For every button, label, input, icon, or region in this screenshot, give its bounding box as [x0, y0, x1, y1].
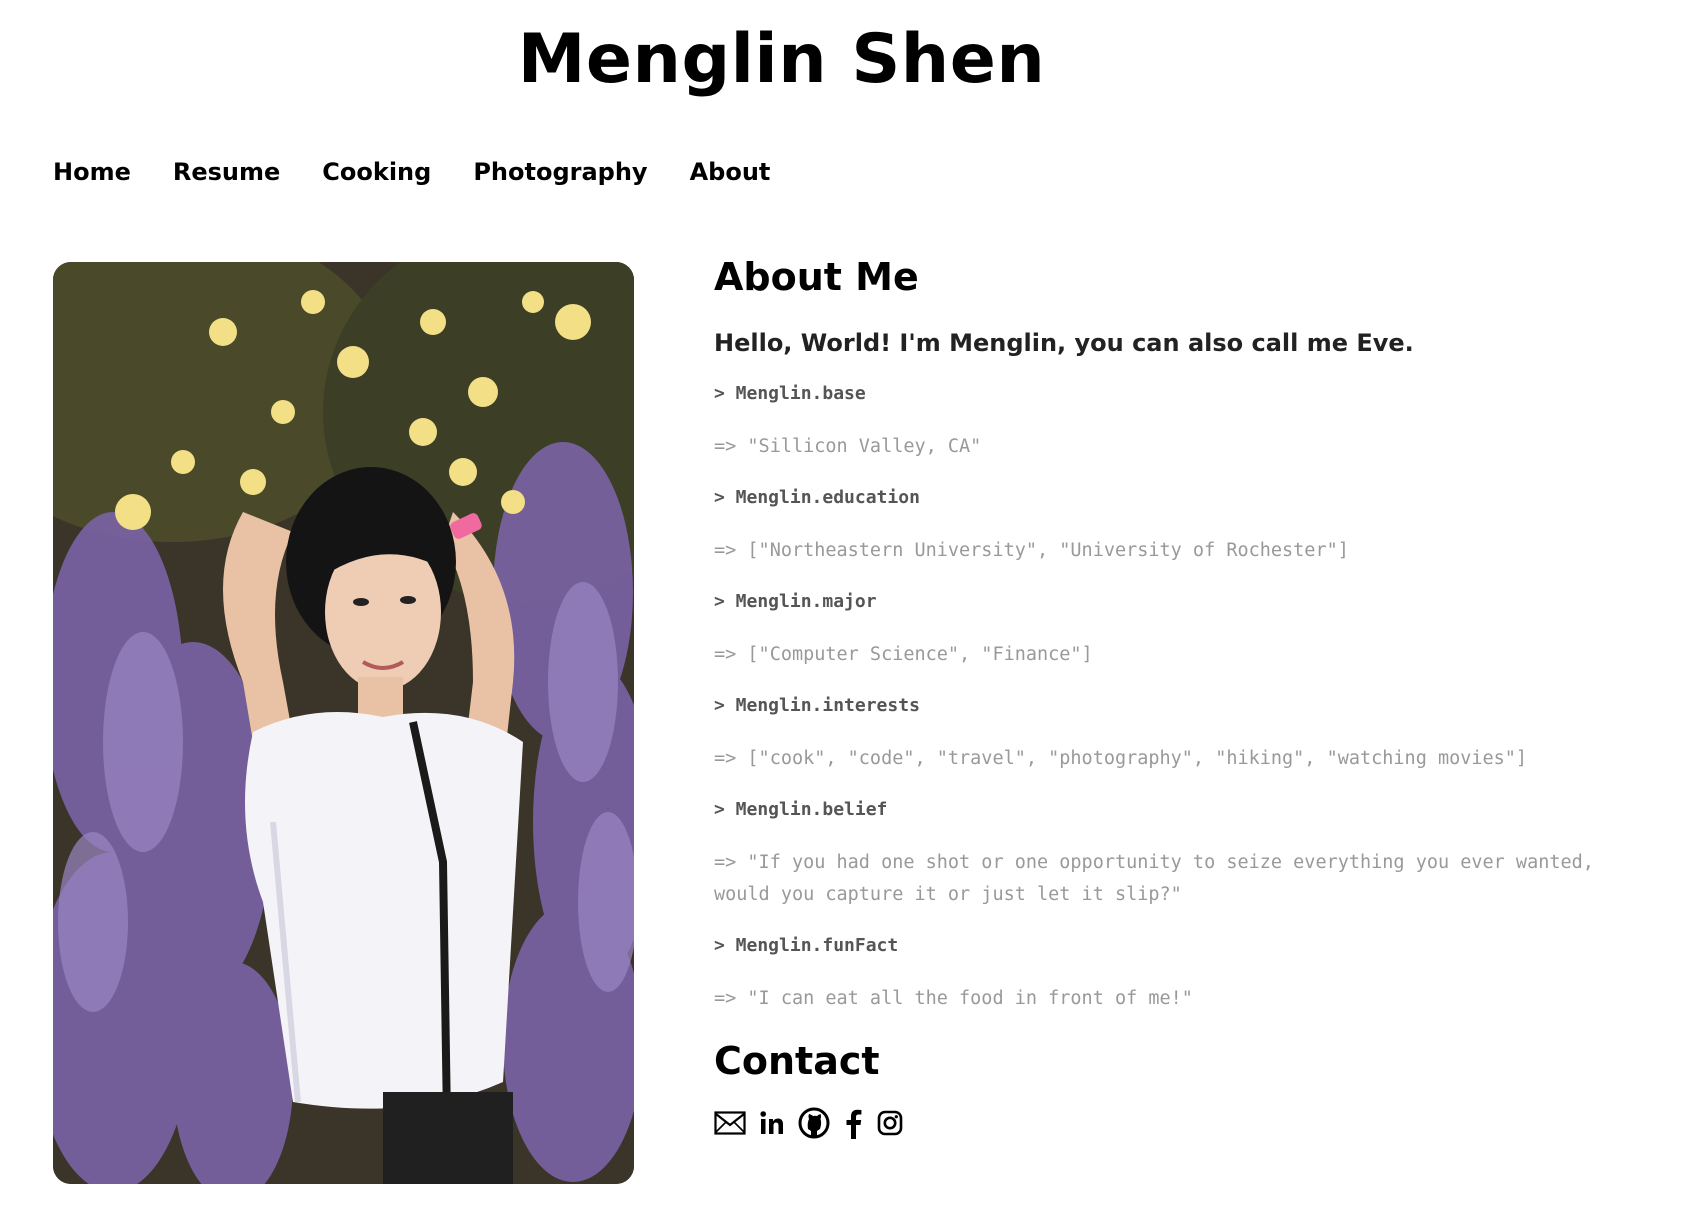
facebook-icon[interactable]: [842, 1107, 864, 1139]
out-major: => ["Computer Science", "Finance"]: [714, 644, 1093, 665]
cmd-major: > Menglin.major: [714, 591, 877, 612]
nav-cooking[interactable]: Cooking: [322, 158, 431, 186]
contact-heading: Contact: [714, 1039, 880, 1083]
cmd-education: > Menglin.education: [714, 487, 920, 508]
linkedin-icon[interactable]: [758, 1109, 786, 1137]
out-funfact: => "I can eat all the food in front of m…: [714, 988, 1193, 1009]
profile-photo: [53, 262, 634, 1184]
site-title: Menglin Shen: [517, 20, 1046, 99]
cmd-interests: > Menglin.interests: [714, 695, 920, 716]
contact-links: [714, 1107, 1614, 1139]
about-heading: About Me: [714, 255, 919, 299]
main-nav: Home Resume Cooking Photography About: [53, 158, 770, 186]
greeting: Hello, World! I'm Menglin, you can also …: [714, 329, 1414, 357]
cmd-base: > Menglin.base: [714, 383, 866, 404]
out-belief: => "If you had one shot or one opportuni…: [714, 852, 1594, 905]
out-interests: => ["cook", "code", "travel", "photograp…: [714, 748, 1528, 769]
instagram-icon[interactable]: [876, 1109, 904, 1137]
about-section: About Me Hello, World! I'm Menglin, you …: [714, 255, 1614, 1139]
out-base: => "Sillicon Valley, CA": [714, 436, 982, 457]
cmd-belief: > Menglin.belief: [714, 799, 888, 820]
out-education: => ["Northeastern University", "Universi…: [714, 540, 1349, 561]
nav-about[interactable]: About: [690, 158, 771, 186]
nav-resume[interactable]: Resume: [173, 158, 280, 186]
cmd-funfact: > Menglin.funFact: [714, 935, 899, 956]
email-icon[interactable]: [714, 1111, 746, 1135]
nav-photography[interactable]: Photography: [473, 158, 647, 186]
github-icon[interactable]: [798, 1107, 830, 1139]
nav-home[interactable]: Home: [53, 158, 131, 186]
